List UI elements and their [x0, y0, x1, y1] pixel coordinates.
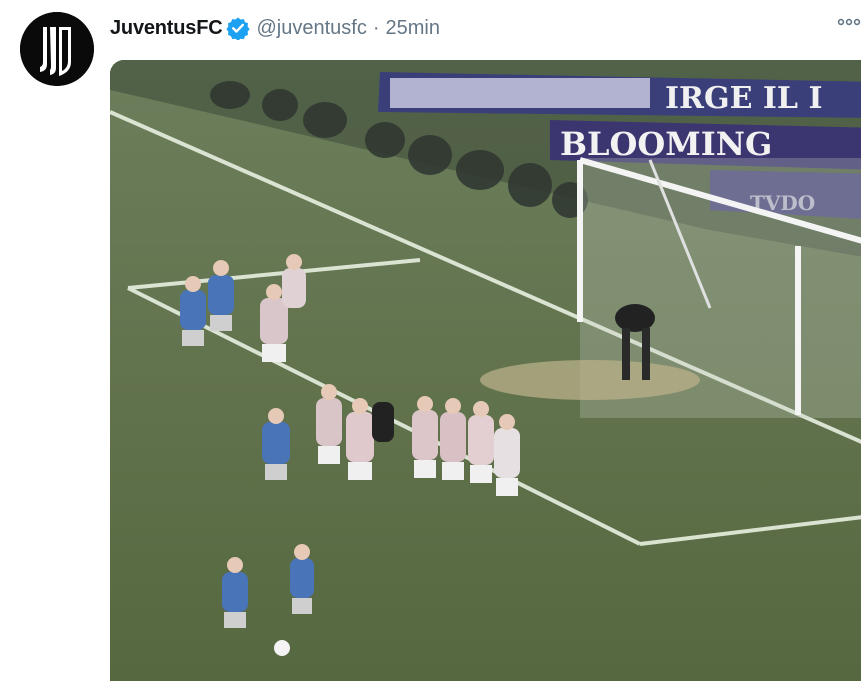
timestamp[interactable]: 25min	[386, 17, 440, 40]
display-name[interactable]: JuventusFC	[110, 17, 223, 40]
football	[274, 640, 290, 656]
tweet-header: JuventusFC @juventusfc · 25min	[110, 14, 440, 42]
banner-top-text: IRGE IL I	[665, 81, 823, 116]
avatar[interactable]	[20, 12, 94, 86]
verified-badge-icon	[226, 16, 251, 41]
juventus-logo-icon	[20, 12, 94, 86]
more-options-icon[interactable]	[835, 10, 861, 34]
tweet[interactable]: JuventusFC @juventusfc · 25min IRGE IL I…	[0, 0, 861, 681]
separator-dot: ·	[372, 16, 380, 39]
football-match-frame: IRGE IL I BLOOMING TVDO	[110, 60, 861, 681]
user-handle[interactable]: @juventusfc	[256, 17, 366, 40]
tweet-media-video[interactable]: IRGE IL I BLOOMING TVDO	[110, 60, 861, 681]
banner-bottom-text: BLOOMING	[560, 125, 772, 163]
